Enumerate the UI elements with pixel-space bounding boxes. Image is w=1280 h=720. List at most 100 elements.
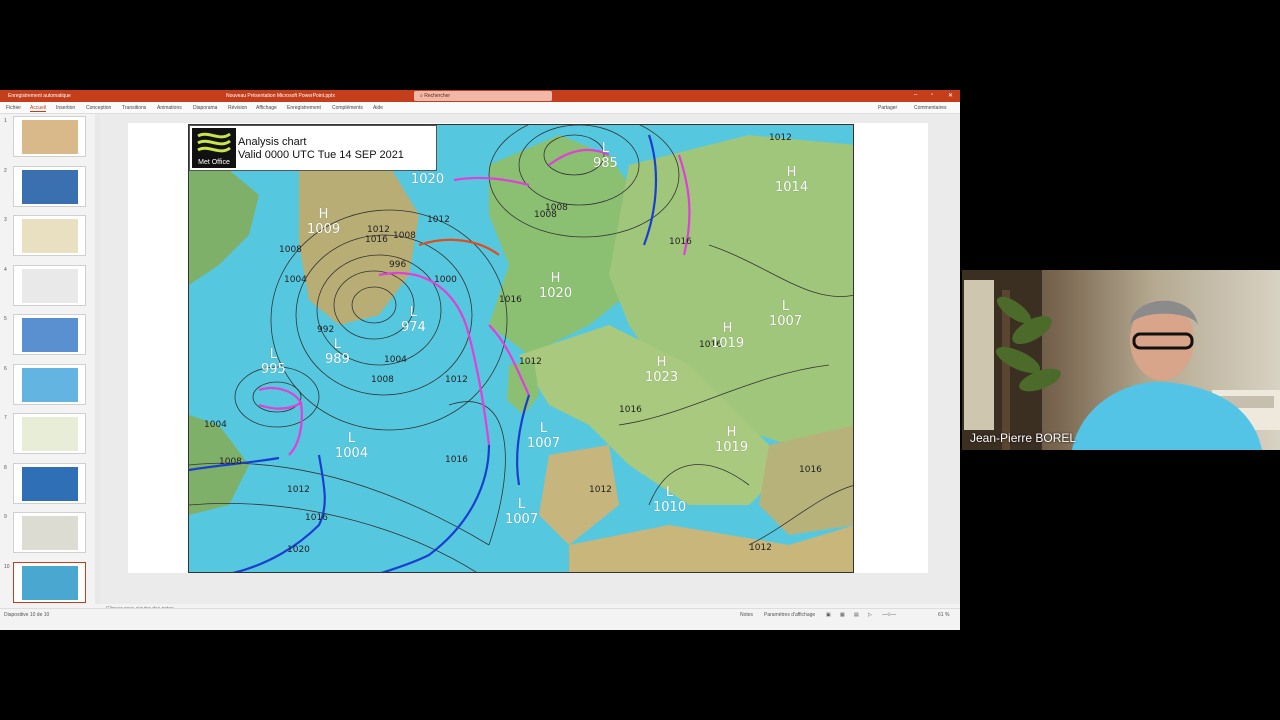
close-button[interactable]: ✕ — [948, 92, 953, 99]
slideshow-icon[interactable]: ▷ — [868, 612, 872, 618]
slide-thumbnail[interactable] — [13, 165, 86, 207]
title-bar: Enregistrement automatique Nouveau Prése… — [0, 90, 960, 102]
slide-thumbnail-number: 7 — [4, 415, 7, 421]
chart-header: Met Office Analysis chart Valid 0000 UTC… — [189, 125, 437, 171]
thumbnail-preview — [22, 318, 78, 352]
isobar-label: 996 — [389, 260, 407, 270]
share-button[interactable]: Partager — [878, 105, 897, 111]
isobar-label: 1016 — [499, 295, 522, 305]
display-settings-button[interactable]: Paramètres d'affichage — [764, 612, 815, 618]
isobar-label: 1016 — [445, 455, 468, 465]
tab-revision[interactable]: Révision — [228, 105, 247, 111]
maximize-button[interactable]: ▫ — [931, 92, 933, 98]
slide-thumbnail-number: 6 — [4, 365, 7, 372]
weather-analysis-chart: 1012 1008 1016 1012 1008 1004 1000 996 9… — [188, 124, 854, 573]
isobar-label: 1016 — [799, 465, 822, 475]
chart-title: Analysis chart Valid 0000 UTC Tue 14 SEP… — [238, 136, 404, 162]
search-placeholder: Rechercher — [424, 93, 451, 99]
tab-diaporama[interactable]: Diaporama — [193, 105, 217, 111]
slide-thumbnail[interactable] — [13, 512, 86, 553]
pressure-system: L 995 — [261, 347, 286, 377]
isobar-label: 1016 — [669, 237, 692, 247]
participant-name: Jean-Pierre BOREL — [970, 431, 1077, 445]
thumbnail-preview — [22, 466, 78, 501]
thumbnail-preview — [22, 169, 78, 204]
tab-transitions[interactable]: Transitions — [122, 105, 146, 111]
isobar-label: 1012 — [749, 543, 772, 553]
isobar-label: 1016 — [365, 235, 388, 245]
tab-fichier[interactable]: Fichier — [6, 105, 21, 111]
isobar-label: 1000 — [434, 275, 457, 285]
search-input[interactable]: ⌕ Rechercher — [414, 91, 552, 101]
isobar-label: 1008 — [371, 375, 394, 385]
zoom-level[interactable]: 61 % — [938, 612, 949, 618]
notes-button[interactable]: Notes — [740, 612, 753, 618]
slide-thumbnail[interactable] — [13, 264, 86, 306]
autosave-label[interactable]: Enregistrement automatique — [8, 93, 71, 99]
thumbnail-preview — [22, 268, 78, 303]
pressure-system: H1020 — [539, 271, 573, 301]
tab-aide[interactable]: Aide — [373, 105, 383, 111]
thumbnail-preview — [22, 417, 78, 451]
slide-thumbnail-pane: 1 2 3 4 5 6 7 8 9 10 — [0, 114, 96, 604]
isobar-label: 992 — [317, 325, 335, 335]
isobar-label: 1012 — [769, 133, 792, 143]
slide-thumbnail[interactable] — [13, 413, 86, 454]
isobar-label: 1012 — [287, 485, 310, 495]
tab-insertion[interactable]: Insertion — [56, 105, 75, 111]
normal-view-icon[interactable]: ▣ — [826, 612, 831, 618]
isobar-label: 1020 — [287, 545, 310, 555]
chart-title-line2: Valid 0000 UTC Tue 14 SEP 2021 — [238, 149, 404, 161]
thumbnail-preview — [22, 367, 78, 402]
slide-thumbnail[interactable] — [13, 462, 86, 504]
comments-button[interactable]: Commentaires — [914, 105, 947, 111]
slide-thumbnail-number: 10 — [4, 563, 10, 570]
isobar-label: 1008 — [279, 245, 302, 255]
pressure-system: H 1009 — [307, 207, 341, 237]
thumbnail-preview — [22, 120, 78, 154]
isobar-label: 1004 — [384, 355, 407, 365]
zoom-slider[interactable]: —⟐— — [882, 612, 896, 618]
slide-thumbnail-number: 8 — [4, 464, 7, 471]
pressure-system: L 1004 — [335, 431, 369, 461]
pressure-system: L 989 — [325, 337, 350, 367]
pressure-system: L 1010 — [653, 485, 687, 515]
thumbnail-preview — [22, 565, 78, 600]
slide-thumbnail[interactable] — [13, 116, 86, 157]
slide-thumbnail-number: 3 — [4, 217, 7, 223]
pressure-system: L 1007 — [527, 421, 561, 451]
tab-conception[interactable]: Conception — [86, 105, 111, 111]
ribbon-tabs: Fichier Accueil Insertion Conception Tra… — [0, 102, 960, 114]
current-slide[interactable]: 1012 1008 1016 1012 1008 1004 1000 996 9… — [128, 123, 928, 573]
slide-thumbnail-number: 2 — [4, 167, 7, 174]
isobar-label: 1012 — [427, 215, 450, 225]
tab-enregistrement[interactable]: Enregistrement — [287, 105, 321, 111]
pressure-system: H 1023 — [645, 355, 679, 385]
minimize-button[interactable]: – — [914, 92, 917, 98]
isobar-label: 1008 — [219, 457, 242, 467]
met-office-logo: Met Office — [192, 128, 236, 168]
pressure-system: H 1019 — [711, 321, 745, 351]
slide-thumbnail[interactable] — [13, 363, 86, 405]
slide-indicator: Diapositive 10 de 10 — [4, 612, 50, 618]
slide-thumbnail[interactable] — [13, 561, 86, 603]
isobar-label: 1012 — [445, 375, 468, 385]
tab-affichage[interactable]: Affichage — [256, 105, 277, 111]
thumbnail-preview — [22, 219, 78, 253]
thumbnail-preview — [22, 516, 78, 550]
slide-thumbnail[interactable] — [13, 215, 86, 256]
reading-view-icon[interactable]: ▤ — [854, 612, 859, 618]
tab-complements[interactable]: Compléments — [332, 105, 363, 111]
slide-thumbnail-number: 9 — [4, 514, 7, 520]
tab-animations[interactable]: Animations — [157, 105, 182, 111]
slide-thumbnail-number: 4 — [4, 266, 7, 273]
slide-thumbnail-number: 1 — [4, 118, 7, 124]
pressure-system: L 974 — [401, 305, 426, 335]
pressure-system: H 1019 — [715, 425, 749, 455]
file-title: Nouveau Présentation Microsoft PowerPoin… — [226, 93, 335, 99]
sorter-view-icon[interactable]: ▦ — [840, 612, 845, 618]
tab-accueil[interactable]: Accueil — [30, 105, 47, 112]
isobar-label: 1004 — [284, 275, 307, 285]
chart-title-line1: Analysis chart — [238, 136, 307, 148]
slide-thumbnail[interactable] — [13, 314, 86, 355]
